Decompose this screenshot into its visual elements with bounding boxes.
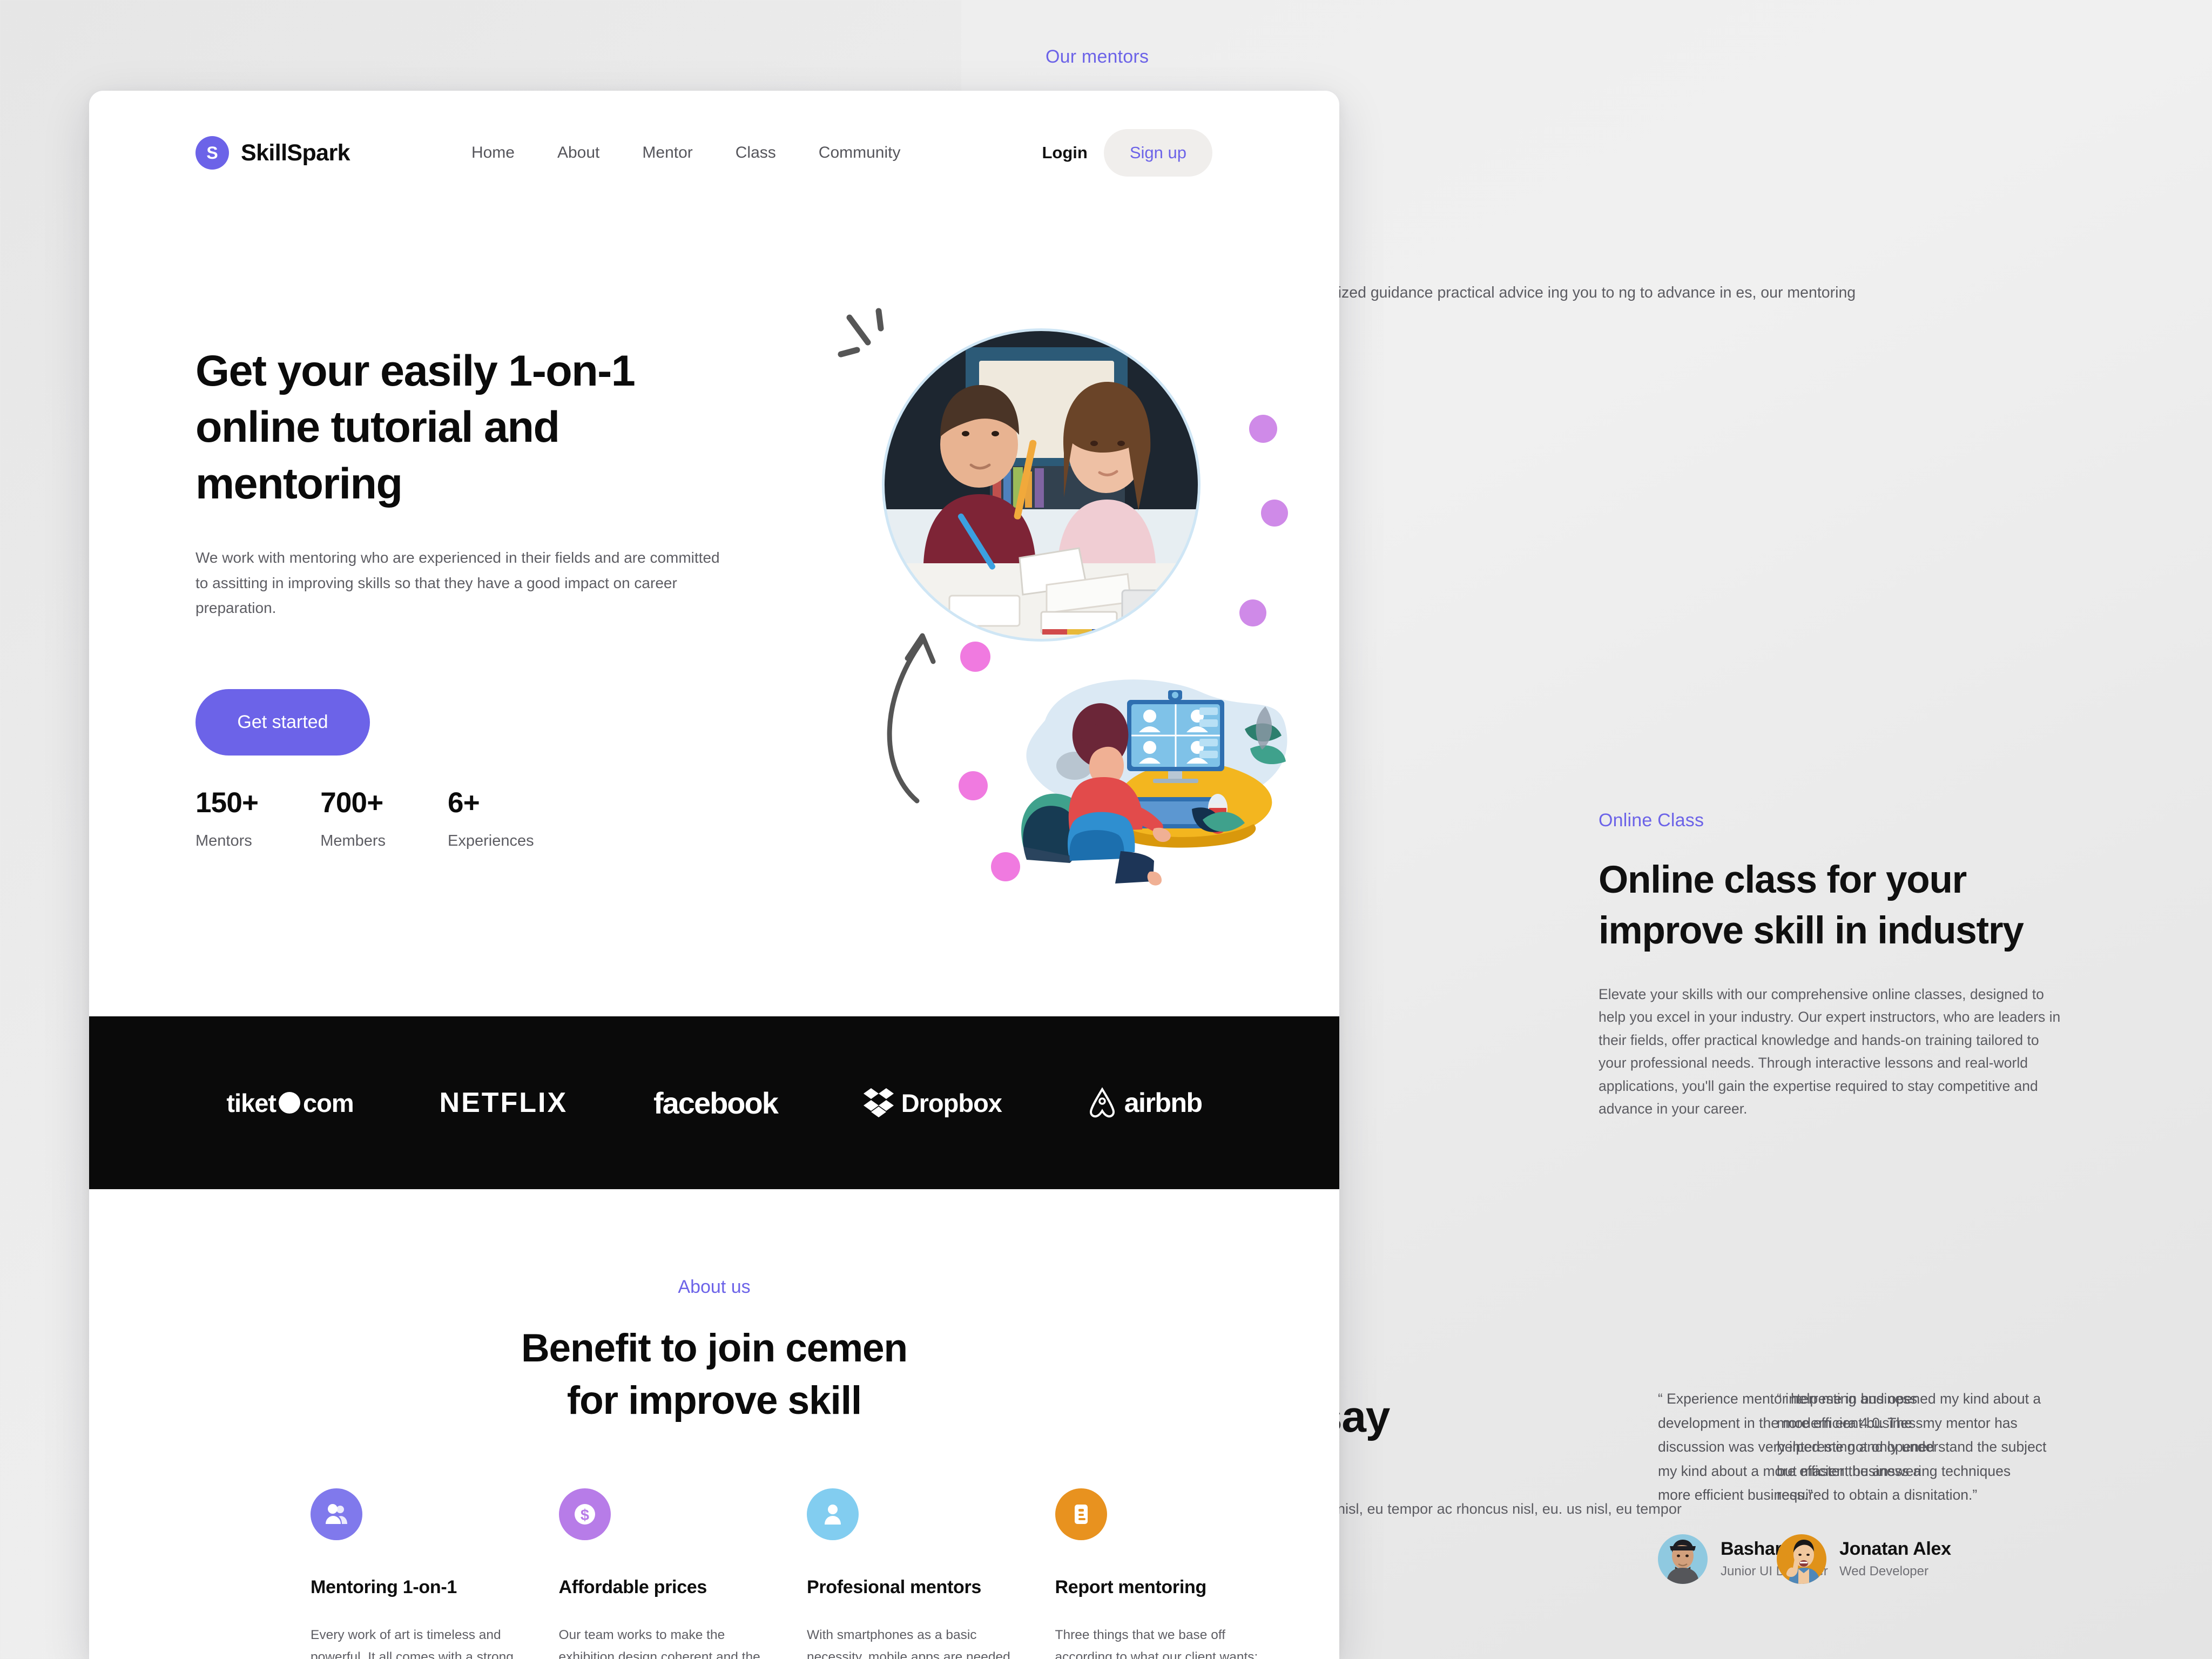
decorative-dot [960,642,990,672]
hero-illustration [834,307,1331,955]
mentors-eyebrow: Our mentors [1046,46,1149,67]
tiket-com-logo: tiket com [226,1088,354,1117]
netflix-logo: NETFLIX [439,1087,568,1118]
stat-label: Experiences [448,832,534,849]
testimonial-card: “ interresting and opened my kind about … [1777,1387,2058,1584]
login-link[interactable]: Login [1042,143,1088,163]
testimonial-name: Jonatan Alex [1839,1539,1951,1560]
decorative-dot [1239,599,1266,626]
benefit-card: $ Affordable prices Our team works to make… [558,1488,765,1659]
stat-item: 150+ Mentors [195,786,259,850]
about-title: Benefit to join cemen for improve skill [521,1326,908,1423]
hero-photo [882,328,1201,642]
nav-links: Home About Mentor Class Community [471,144,901,162]
decorative-dot [1261,500,1288,527]
testimonial-quote: “ interresting and opened my kind about … [1777,1391,2047,1503]
avatar [1777,1534,1826,1584]
airbnb-logo: airbnb [1088,1087,1203,1118]
stat-item: 6+ Experiences [448,786,534,850]
hero-stats: 150+ Mentors 700+ Members 6+ Experiences [195,786,534,850]
get-started-button[interactable]: Get started [195,689,370,756]
online-class-body: Elevate your skills with our comprehensi… [1599,986,2061,1117]
benefit-title: Affordable prices [558,1577,707,1597]
brand-name: SkillSpark [241,139,350,166]
decorative-dot [959,771,988,800]
nav-auth: Login Sign up [1042,129,1212,177]
partner-logos-bar: tiket com NETFLIX facebook Dropbox airbn… [89,1016,1339,1189]
nav-link-community[interactable]: Community [819,144,901,162]
testimonial-author: Jonatan Alex Wed Developer [1777,1534,2058,1584]
dropbox-glyph-icon [863,1088,894,1117]
decorative-dot [1249,415,1277,443]
report-icon [1055,1488,1107,1540]
benefit-title: Report mentoring [1055,1577,1207,1597]
benefit-card: Mentoring 1-on-1 Every work of art is tim… [311,1488,517,1659]
online-class-eyebrow: Online Class [1599,810,1704,831]
students-studying-photo [885,331,1198,639]
users-icon [311,1488,362,1540]
benefit-description: Every work of art is timeless and powerf… [311,1628,514,1659]
nav-link-mentor[interactable]: Mentor [642,144,692,162]
brand-mark-icon: S [195,136,229,170]
signup-button[interactable]: Sign up [1103,129,1212,177]
navbar: S SkillSpark Home About Mentor Class Communi… [89,91,1339,215]
stat-label: Mentors [195,832,252,849]
benefit-title: Profesional mentors [807,1577,982,1597]
benefit-description: Three things that we base off according … [1055,1628,1258,1659]
stat-item: 700+ Members [320,786,386,850]
testimonial-role: Wed Developer [1839,1564,1928,1579]
benefits-grid: Mentoring 1-on-1 Every work of art is tim… [311,1488,1261,1659]
dropbox-logo: Dropbox [863,1087,1002,1118]
benefit-description: Our team works to make the exhibition de… [558,1628,760,1659]
nav-link-class[interactable]: Class [736,144,776,162]
stat-value: 6+ [448,787,480,819]
airbnb-glyph-icon [1089,1087,1115,1118]
avatar [1658,1534,1708,1584]
hero-title: Get your easily 1-on-1 online tutorial a… [195,347,636,508]
brand-logo[interactable]: S SkillSpark [195,136,350,170]
testimonials-body: us nisl, eu tempor ac rhoncus nisl, eu. … [1318,1501,1682,1517]
user-icon [807,1488,859,1540]
sparkle-lines-icon [838,308,884,358]
benefit-title: Mentoring 1-on-1 [311,1577,457,1597]
nav-link-home[interactable]: Home [471,144,515,162]
benefit-description: With smartphones as a basic necessity, m… [807,1628,1010,1659]
stat-value: 150+ [195,787,259,819]
svg-text:$: $ [580,1507,589,1524]
benefit-card: Report mentoring Three things that we bas… [1055,1488,1262,1659]
stat-value: 700+ [320,787,383,819]
about-eyebrow: About us [678,1277,751,1297]
facebook-logo: facebook [653,1085,779,1120]
testimonial-meta: Jonatan Alex Wed Developer [1839,1539,1951,1579]
hero-subtitle: We work with mentoring who are experienc… [195,549,720,617]
online-class-title: Online class for your improve skill in i… [1599,859,2024,952]
stat-label: Members [320,832,386,849]
hero-text-block: Get your easily 1-on-1 online tutorial a… [195,343,752,621]
dollar-icon: $ [558,1488,611,1540]
nav-link-about[interactable]: About [557,144,599,162]
benefit-card: Profesional mentors With smartphones as a… [807,1488,1013,1659]
landing-page-card: S SkillSpark Home About Mentor Class Communi… [89,91,1339,1659]
online-meeting-illustration [1021,679,1287,886]
